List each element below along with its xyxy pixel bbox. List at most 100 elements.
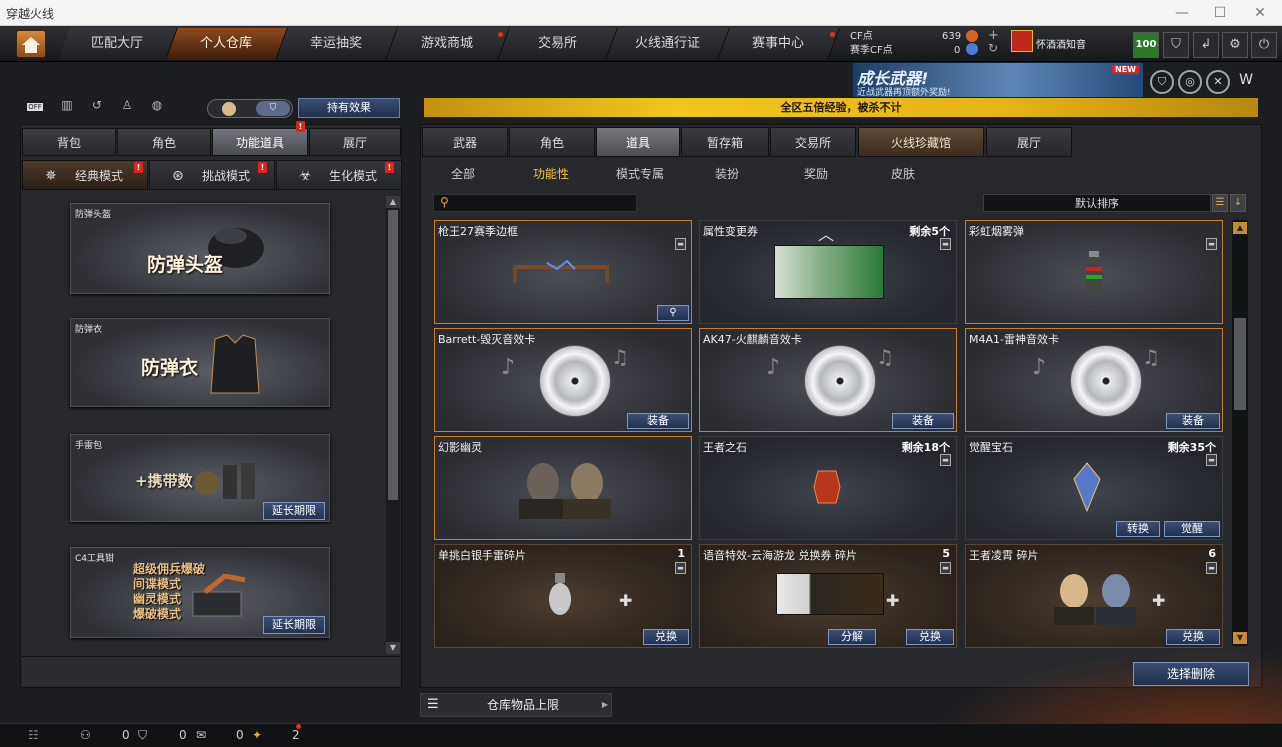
item-card[interactable]: 王者凌霄 碎片 6 ▬ ✚ 兑换 (965, 544, 1223, 648)
maximize-icon[interactable]: ☐ (1200, 0, 1240, 26)
trash-icon[interactable]: ▬ (940, 238, 951, 250)
nav-tab-warehouse[interactable]: 个人仓库 (166, 28, 288, 60)
stats-icon[interactable]: ▥ (56, 98, 78, 118)
equip-button[interactable]: 装备 (892, 413, 954, 429)
decompose-button[interactable]: 分解 (828, 629, 876, 645)
nav-tab-exchange[interactable]: 交易所 (498, 28, 618, 60)
equip-button[interactable]: 装备 (627, 413, 689, 429)
item-card[interactable]: 语音特效-云海游龙 兑换券 碎片 5 ▬ ✚ 分解 兑换 (699, 544, 957, 648)
bag-icon[interactable]: ◍ (146, 98, 168, 118)
scroll-up-icon[interactable]: ▲ (386, 196, 400, 208)
nav-tab-match[interactable]: 匹配大厅 (58, 28, 178, 60)
shield-icon[interactable]: ⛉ (1163, 32, 1189, 58)
close-icon[interactable]: ✕ (1240, 0, 1280, 26)
search-input[interactable]: ⚲ (433, 194, 637, 212)
item-armor[interactable]: 防弹衣 防弹衣 (70, 318, 330, 407)
tab-characters[interactable]: 角色 (509, 127, 595, 157)
globe-icon[interactable]: ◎ (1178, 70, 1202, 94)
sort-dropdown[interactable]: 默认排序 (983, 194, 1211, 212)
mode-zombie[interactable]: ☣ 生化模式 (276, 160, 402, 190)
item-card[interactable]: 属性变更券 剩余5个 ▬ ︿ (699, 220, 957, 324)
nav-tab-shop[interactable]: 游戏商城 (386, 28, 510, 60)
tab-backpack[interactable]: 背包 (22, 128, 116, 156)
grid-icon[interactable]: ☷ (28, 728, 39, 742)
redeem-button[interactable]: 兑换 (643, 629, 689, 645)
equip-button[interactable]: 装备 (1166, 413, 1220, 429)
trash-icon[interactable]: ▬ (675, 562, 686, 574)
chat-icon[interactable]: ✉ (196, 728, 206, 742)
history-icon[interactable]: ↺ (86, 98, 108, 118)
badge-ring-icon[interactable]: ⛉ (1150, 70, 1174, 94)
extend-button[interactable]: 延长期限 (263, 616, 325, 634)
power-icon[interactable]: ⏻ (1251, 32, 1277, 58)
subtab-mode[interactable]: 模式专属 (616, 165, 664, 182)
item-card[interactable]: M4A1-雷神音效卡 ♪ ♫ 装备 (965, 328, 1223, 432)
convert-button[interactable]: 转换 (1116, 521, 1160, 537)
item-card[interactable]: AK47-火麒麟音效卡 ♪ ♫ 装备 (699, 328, 957, 432)
sort-arrow-icon[interactable]: ↓ (1230, 194, 1246, 212)
trash-icon[interactable]: ▬ (940, 454, 951, 466)
right-scrollbar[interactable]: ▲ ▼ (1232, 220, 1248, 646)
trash-icon[interactable]: ▬ (675, 238, 686, 250)
tab-weapons[interactable]: 武器 (422, 127, 508, 157)
subtab-all[interactable]: 全部 (451, 165, 475, 182)
magnify-icon[interactable]: ⚲ (657, 305, 689, 321)
nav-tab-pass[interactable]: 火线通行证 (606, 28, 730, 60)
item-grenade-pack[interactable]: 手雷包 +携带数 延长期限 (70, 434, 330, 522)
trash-icon[interactable]: ▬ (940, 562, 951, 574)
mode-classic[interactable]: ✵ 经典模式 (22, 160, 148, 190)
list-view-icon[interactable]: ☰ (1212, 194, 1228, 212)
scroll-thumb[interactable] (388, 210, 398, 500)
subtab-dress[interactable]: 装扮 (715, 165, 739, 182)
binoculars-icon[interactable]: ⚇ (80, 728, 91, 742)
tab-exhibit[interactable]: 展厅 (986, 127, 1072, 157)
tab-character[interactable]: 角色 (117, 128, 211, 156)
item-card[interactable]: 彩虹烟雾弹 ▬ (965, 220, 1223, 324)
tab-functional-items[interactable]: 功能道具 (212, 128, 308, 156)
promo-banner[interactable]: 成长武器! 近战武器再顶额外奖励! NEW (852, 62, 1144, 98)
return-icon[interactable]: ↲ (1193, 32, 1219, 58)
trash-icon[interactable]: ▬ (1206, 454, 1217, 466)
minimize-icon[interactable]: — (1162, 0, 1202, 26)
refresh-icon[interactable]: ↻ (988, 41, 998, 55)
gear-icon[interactable]: ⚙ (1222, 32, 1248, 58)
subtab-skins[interactable]: 皮肤 (891, 165, 915, 182)
nav-tab-lottery[interactable]: 幸运抽奖 (276, 28, 398, 60)
mode-challenge[interactable]: ⊛ 挑战模式 (149, 160, 275, 190)
shield-status-icon[interactable]: ⛉ (138, 728, 147, 743)
effect-button[interactable]: 持有效果 (298, 98, 400, 118)
view-toggle[interactable]: ⛉ (207, 99, 293, 118)
extend-button[interactable]: 延长期限 (263, 502, 325, 520)
item-card[interactable]: 幻影幽灵 (434, 436, 692, 540)
item-card[interactable]: 枪王27赛季边框 ▬ ⚲ (434, 220, 692, 324)
scroll-up-icon[interactable]: ▲ (1233, 222, 1247, 234)
delete-selected-button[interactable]: 选择删除 (1133, 662, 1249, 686)
nav-tab-events[interactable]: 赛事中心 (718, 28, 840, 60)
item-card[interactable]: Barrett-毁灭音效卡 ♪ ♫ 装备 (434, 328, 692, 432)
item-card[interactable]: 王者之石 剩余18个 ▬ (699, 436, 957, 540)
left-scrollbar[interactable]: ▲ ▼ (386, 196, 400, 654)
item-helmet[interactable]: 防弹头盔 防弹头盔 (70, 203, 330, 294)
subtab-functional[interactable]: 功能性 (533, 165, 569, 182)
wing-logo-icon[interactable]: W (1234, 70, 1258, 94)
item-card[interactable]: 单挑白银手雷碎片 1 ▬ ✚ 兑换 (434, 544, 692, 648)
item-c4-pliers[interactable]: C4工具钳 超级佣兵爆破 间谍模式 幽灵模式 爆破模式 延长期限 (70, 547, 330, 638)
trash-icon[interactable]: ▬ (1206, 562, 1217, 574)
trash-icon[interactable]: ▬ (1206, 238, 1217, 250)
awaken-button[interactable]: 觉醒 (1164, 521, 1220, 537)
crossed-swords-icon[interactable]: ✕ (1206, 70, 1230, 94)
off-toggle-icon[interactable]: OFF (24, 98, 46, 118)
tab-collection[interactable]: 火线珍藏馆 (858, 127, 984, 157)
tab-storage[interactable]: 暂存箱 (681, 127, 769, 157)
warehouse-limit-button[interactable]: ☰ 仓库物品上限 ▶ (420, 693, 612, 717)
tab-items[interactable]: 道具 (596, 127, 680, 157)
tab-trade[interactable]: 交易所 (770, 127, 856, 157)
gift-icon[interactable]: ✦ (252, 728, 262, 742)
character-icon[interactable]: ♙ (116, 98, 138, 118)
scroll-down-icon[interactable]: ▼ (386, 642, 400, 654)
tab-showroom[interactable]: 展厅 (309, 128, 401, 156)
item-card[interactable]: 觉醒宝石 剩余35个 ▬ 转换 觉醒 (965, 436, 1223, 540)
home-button[interactable] (16, 30, 46, 58)
scroll-thumb[interactable] (1234, 318, 1246, 410)
subtab-rewards[interactable]: 奖励 (804, 165, 828, 182)
